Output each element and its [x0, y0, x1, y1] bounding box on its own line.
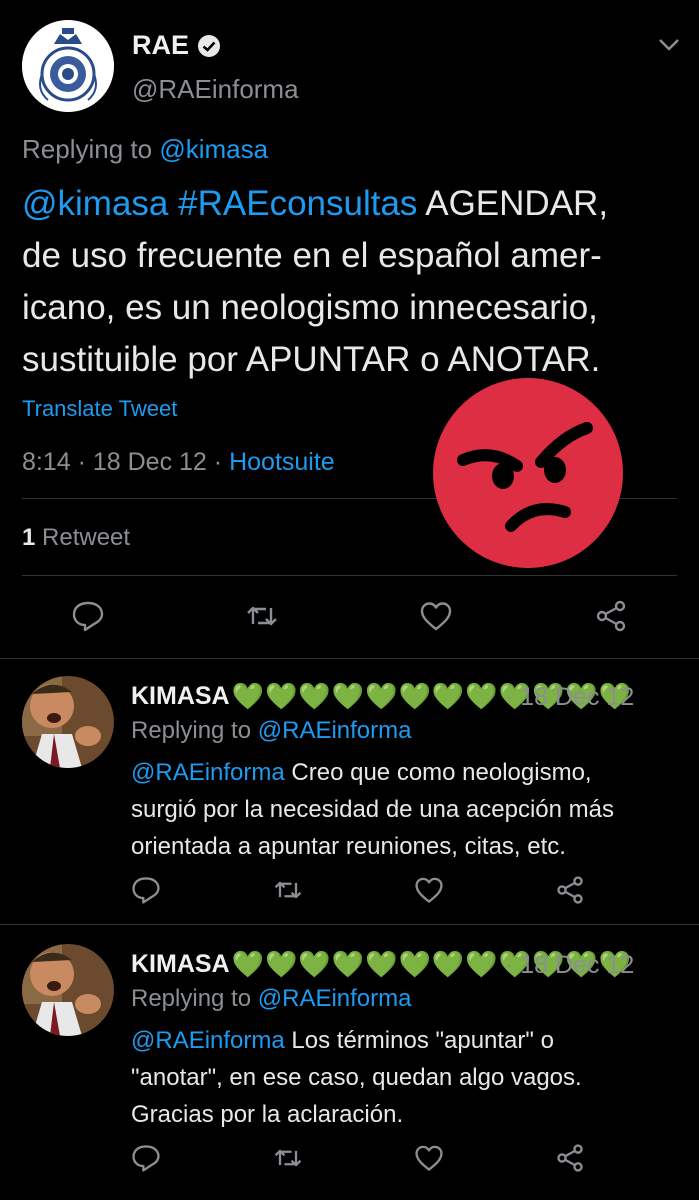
share-icon[interactable]	[554, 874, 586, 906]
chevron-down-icon[interactable]	[656, 34, 682, 54]
reply-actions	[0, 1140, 699, 1180]
mention-link[interactable]: @kimasa	[22, 184, 168, 223]
reply-avatar[interactable]	[22, 944, 114, 1036]
tweet-text: @kimasa #RAEconsultas AGENDAR, de uso fr…	[22, 178, 682, 386]
divider	[0, 658, 699, 659]
replying-label: Replying to	[22, 134, 153, 164]
like-icon[interactable]	[418, 598, 454, 634]
like-icon[interactable]	[413, 874, 445, 906]
replying-to-link[interactable]: @kimasa	[159, 134, 268, 164]
author-handle[interactable]: @RAEinforma	[132, 74, 299, 105]
tweet-text-line: icano, es un neologismo innecesario,	[22, 288, 598, 327]
author-avatar[interactable]	[22, 20, 114, 112]
share-icon[interactable]	[593, 598, 629, 634]
replying-to-link[interactable]: @RAEinforma	[258, 717, 412, 744]
reply-avatar-image	[22, 944, 114, 1036]
tweet-text-line: de uso frecuente en el español amer-	[22, 236, 602, 275]
author-name-row[interactable]: RAE	[132, 30, 221, 61]
retweet-icon[interactable]	[272, 874, 304, 906]
reply-author-name[interactable]: KIMASA	[131, 682, 230, 711]
reply-text-line: Gracias por la aclaración.	[131, 1101, 404, 1128]
timestamp[interactable]: 8:14 · 18 Dec 12 ·	[22, 448, 222, 476]
retweet-icon[interactable]	[244, 598, 280, 634]
mention-link[interactable]: @RAEinforma	[131, 1027, 285, 1054]
reply-text-line: surgió por la necesidad de una acepción …	[131, 796, 614, 823]
tweet-actions	[0, 592, 699, 642]
reply-actions	[0, 872, 699, 912]
replying-to: Replying to @kimasa	[22, 134, 268, 165]
rae-seal-logo	[22, 20, 114, 112]
reply-date[interactable]: · 18 Dec 12	[505, 951, 634, 980]
reply-text: @RAEinforma Creo que como neologismo, su…	[131, 754, 691, 865]
divider	[22, 575, 677, 576]
retweet-count[interactable]: 1 Retweet	[22, 524, 130, 552]
verified-icon	[198, 34, 221, 57]
angry-face-emoji	[433, 378, 623, 568]
author-name[interactable]: RAE	[132, 30, 189, 61]
reply-text-line: orientada a apuntar reuniones, citas, et…	[131, 833, 566, 860]
reply-text-line: Los términos "apuntar" o	[291, 1027, 554, 1054]
retweet-label: Retweet	[42, 524, 131, 551]
reply-author-name[interactable]: KIMASA	[131, 950, 230, 979]
hashtag-link[interactable]: #RAEconsultas	[178, 184, 417, 223]
reply-replying-to: Replying to @RAEinforma	[131, 985, 412, 1013]
reply-icon[interactable]	[130, 1142, 162, 1174]
tweet-text-line: AGENDAR,	[425, 184, 609, 223]
reply-icon[interactable]	[130, 874, 162, 906]
mention-link[interactable]: @RAEinforma	[131, 759, 285, 786]
tweet-meta: 8:14 · 18 Dec 12 · Hootsuite	[22, 448, 335, 477]
reply-text-line: "anotar", en ese caso, quedan algo vagos…	[131, 1064, 582, 1091]
retweet-number: 1	[22, 524, 36, 551]
reply-avatar-image	[22, 676, 114, 768]
reply-icon[interactable]	[70, 598, 106, 634]
reply-text: @RAEinforma Los términos "apuntar" o "an…	[131, 1022, 691, 1133]
replying-to-link[interactable]: @RAEinforma	[258, 985, 412, 1012]
like-icon[interactable]	[413, 1142, 445, 1174]
translate-tweet-link[interactable]: Translate Tweet	[22, 396, 177, 422]
replying-label: Replying to	[131, 985, 252, 1012]
reply-date[interactable]: · 18 Dec 12	[505, 683, 634, 712]
reply-text-line: Creo que como neologismo,	[291, 759, 592, 786]
replying-label: Replying to	[131, 717, 252, 744]
reply-replying-to: Replying to @RAEinforma	[131, 717, 412, 745]
retweet-icon[interactable]	[272, 1142, 304, 1174]
divider	[0, 924, 699, 925]
source-link[interactable]: Hootsuite	[229, 448, 335, 476]
reply-avatar[interactable]	[22, 676, 114, 768]
share-icon[interactable]	[554, 1142, 586, 1174]
